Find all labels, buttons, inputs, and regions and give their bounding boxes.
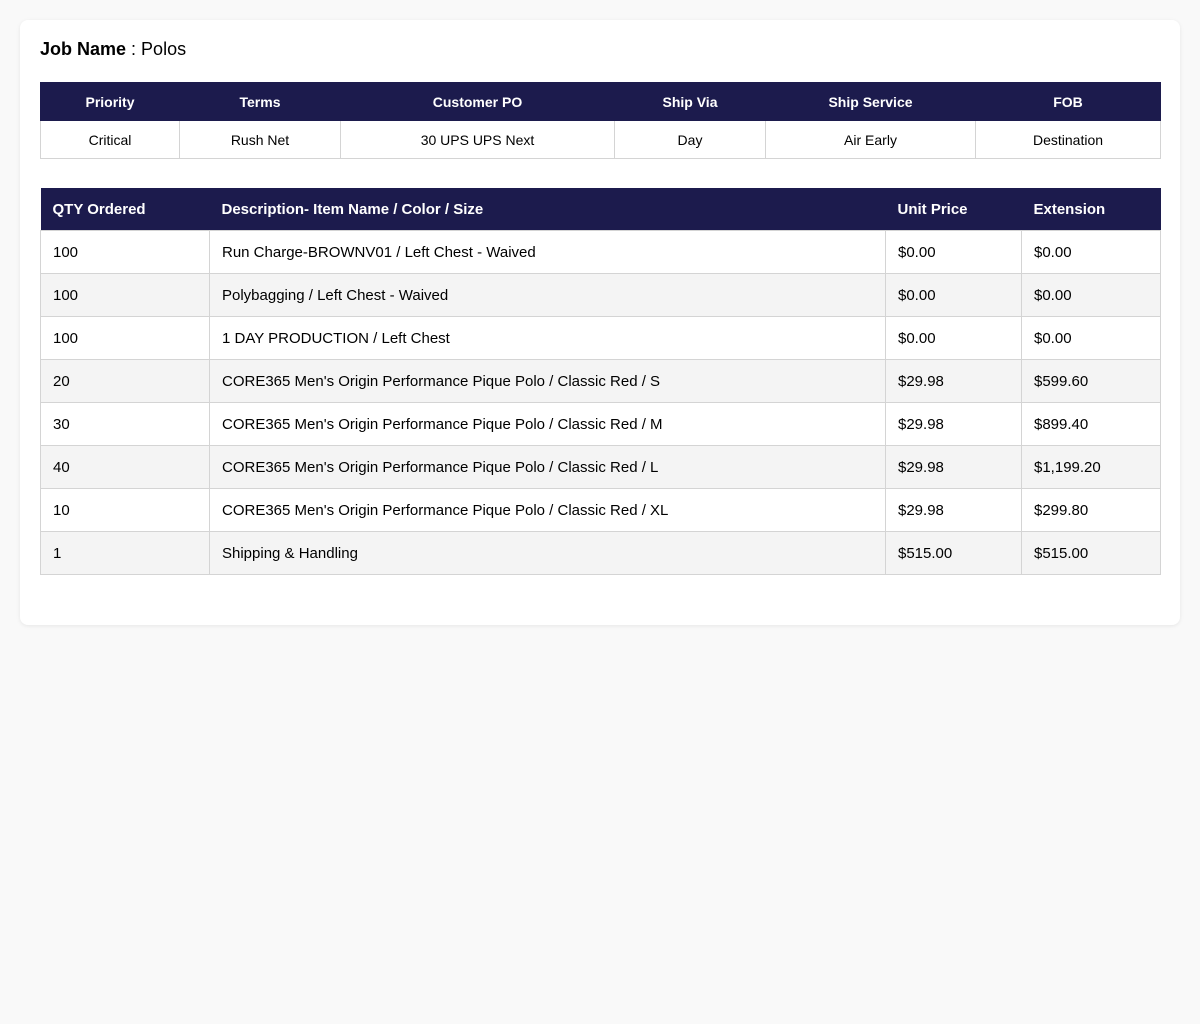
- cell-description: CORE365 Men's Origin Performance Pique P…: [209, 445, 886, 489]
- cell-qty: 10: [40, 488, 210, 532]
- line-items-table: QTY Ordered Description- Item Name / Col…: [40, 188, 1161, 575]
- value-priority: Critical: [40, 120, 180, 159]
- cell-extension: $899.40: [1021, 402, 1161, 446]
- job-name-value: Polos: [141, 39, 187, 59]
- table-row: 100 Run Charge-BROWNV01 / Left Chest - W…: [40, 230, 1161, 274]
- cell-description: 1 DAY PRODUCTION / Left Chest: [209, 316, 886, 360]
- header-customer-po: Customer PO: [340, 82, 615, 121]
- cell-extension: $0.00: [1021, 273, 1161, 317]
- value-terms: Rush Net: [179, 120, 341, 159]
- cell-qty: 100: [40, 230, 210, 274]
- cell-extension: $0.00: [1021, 316, 1161, 360]
- cell-unit-price: $515.00: [885, 531, 1022, 575]
- line-items-header-row: QTY Ordered Description- Item Name / Col…: [40, 188, 1161, 231]
- cell-description: Shipping & Handling: [209, 531, 886, 575]
- cell-extension: $299.80: [1021, 488, 1161, 532]
- order-info-value-row: Critical Rush Net 30 UPS UPS Next Day Ai…: [40, 120, 1161, 159]
- cell-description: Polybagging / Left Chest - Waived: [209, 273, 886, 317]
- header-terms: Terms: [179, 82, 341, 121]
- value-ship-via: Day: [614, 120, 766, 159]
- order-card: Job Name : Polos Priority Terms Customer…: [20, 20, 1180, 625]
- header-ship-service: Ship Service: [765, 82, 976, 121]
- value-fob: Destination: [975, 120, 1161, 159]
- header-description: Description- Item Name / Color / Size: [209, 188, 886, 231]
- header-fob: FOB: [975, 82, 1161, 121]
- cell-description: Run Charge-BROWNV01 / Left Chest - Waive…: [209, 230, 886, 274]
- table-row: 40 CORE365 Men's Origin Performance Piqu…: [40, 445, 1161, 489]
- cell-extension: $1,199.20: [1021, 445, 1161, 489]
- cell-qty: 20: [40, 359, 210, 403]
- header-extension: Extension: [1021, 188, 1161, 231]
- cell-unit-price: $0.00: [885, 316, 1022, 360]
- cell-description: CORE365 Men's Origin Performance Pique P…: [209, 488, 886, 532]
- job-name-label: Job Name: [40, 39, 127, 59]
- cell-unit-price: $29.98: [885, 445, 1022, 489]
- cell-qty: 30: [40, 402, 210, 446]
- order-info-header-row: Priority Terms Customer PO Ship Via Ship…: [40, 82, 1161, 121]
- cell-extension: $599.60: [1021, 359, 1161, 403]
- cell-qty: 100: [40, 273, 210, 317]
- cell-qty: 1: [40, 531, 210, 575]
- job-name-separator: :: [126, 39, 142, 59]
- cell-unit-price: $0.00: [885, 230, 1022, 274]
- header-ship-via: Ship Via: [614, 82, 766, 121]
- value-customer-po: 30 UPS UPS Next: [340, 120, 615, 159]
- cell-extension: $0.00: [1021, 230, 1161, 274]
- cell-description: CORE365 Men's Origin Performance Pique P…: [209, 402, 886, 446]
- table-row: 100 Polybagging / Left Chest - Waived $0…: [40, 273, 1161, 317]
- header-priority: Priority: [40, 82, 180, 121]
- cell-qty: 40: [40, 445, 210, 489]
- cell-unit-price: $29.98: [885, 488, 1022, 532]
- table-row: 20 CORE365 Men's Origin Performance Piqu…: [40, 359, 1161, 403]
- header-qty-ordered: QTY Ordered: [40, 188, 210, 231]
- cell-unit-price: $0.00: [885, 273, 1022, 317]
- cell-unit-price: $29.98: [885, 402, 1022, 446]
- table-row: 30 CORE365 Men's Origin Performance Piqu…: [40, 402, 1161, 446]
- order-info-table: Priority Terms Customer PO Ship Via Ship…: [40, 82, 1161, 159]
- table-row: 1 Shipping & Handling $515.00 $515.00: [40, 531, 1161, 575]
- cell-description: CORE365 Men's Origin Performance Pique P…: [209, 359, 886, 403]
- job-name-line: Job Name : Polos: [40, 38, 186, 60]
- value-ship-service: Air Early: [765, 120, 976, 159]
- table-row: 10 CORE365 Men's Origin Performance Piqu…: [40, 488, 1161, 532]
- cell-unit-price: $29.98: [885, 359, 1022, 403]
- header-unit-price: Unit Price: [885, 188, 1022, 231]
- cell-qty: 100: [40, 316, 210, 360]
- cell-extension: $515.00: [1021, 531, 1161, 575]
- table-row: 100 1 DAY PRODUCTION / Left Chest $0.00 …: [40, 316, 1161, 360]
